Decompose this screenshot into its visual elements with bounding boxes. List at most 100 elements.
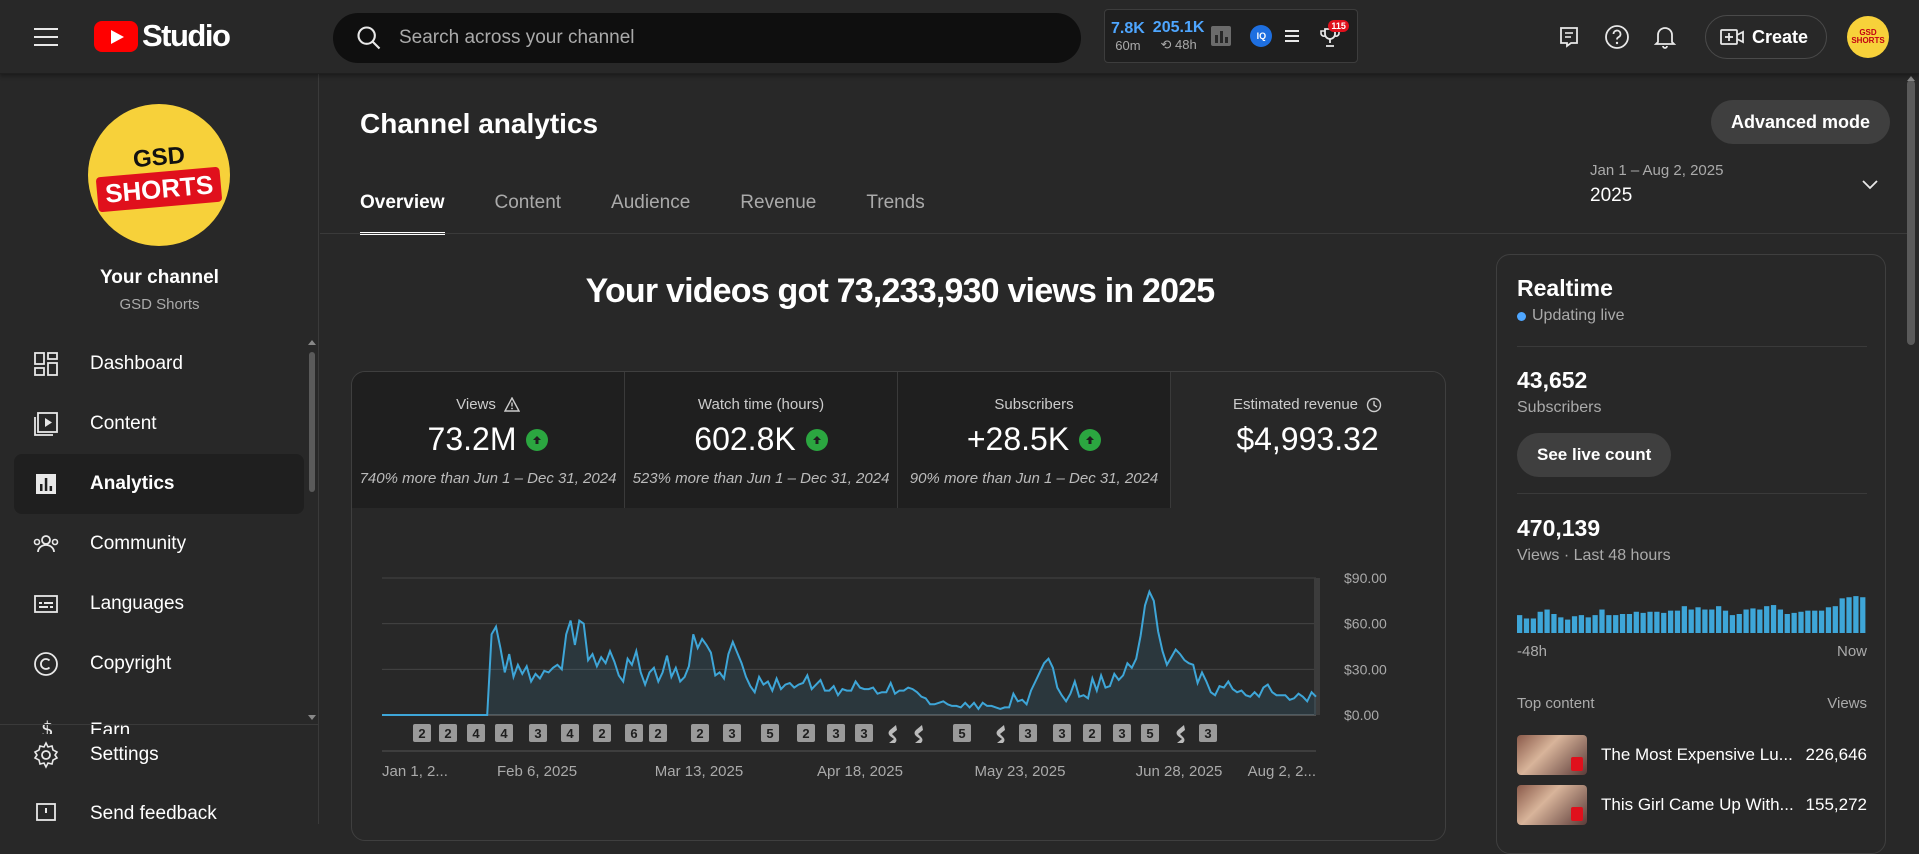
- scroll-down-icon[interactable]: [307, 714, 317, 722]
- video-marker[interactable]: 3: [1199, 724, 1217, 742]
- realtime-bar[interactable]: [1633, 611, 1639, 633]
- create-button[interactable]: Create: [1704, 15, 1827, 59]
- video-marker[interactable]: 5: [1141, 724, 1159, 742]
- metric-revenue[interactable]: Estimated revenue $4,993.32: [1171, 372, 1444, 508]
- metric-watch-time[interactable]: Watch time (hours) 602.8K 523% more than…: [625, 372, 898, 508]
- realtime-bar[interactable]: [1599, 609, 1605, 633]
- ext-stat-60m[interactable]: 7.8K 60m: [1111, 20, 1145, 53]
- realtime-bar[interactable]: [1544, 609, 1550, 633]
- video-marker[interactable]: 2: [649, 724, 667, 742]
- realtime-bar[interactable]: [1736, 614, 1742, 633]
- list-icon[interactable]: [1282, 26, 1302, 46]
- video-marker[interactable]: 3: [1019, 724, 1037, 742]
- video-marker[interactable]: 3: [827, 724, 845, 742]
- realtime-bar[interactable]: [1647, 611, 1653, 633]
- sidebar-scrollbar[interactable]: [309, 352, 315, 492]
- notifications-button[interactable]: [1641, 13, 1689, 61]
- video-marker[interactable]: 4: [495, 724, 513, 742]
- realtime-bar[interactable]: [1688, 609, 1694, 633]
- video-marker[interactable]: 4: [561, 724, 579, 742]
- studio-logo[interactable]: Studio: [94, 18, 231, 54]
- video-marker[interactable]: [914, 725, 924, 743]
- realtime-bar[interactable]: [1695, 607, 1701, 633]
- realtime-bar[interactable]: [1571, 616, 1578, 633]
- realtime-bar[interactable]: [1784, 614, 1790, 633]
- video-marker[interactable]: 3: [1053, 724, 1071, 742]
- top-content-item[interactable]: This Girl Came Up With... 155,272: [1517, 783, 1867, 827]
- realtime-bar[interactable]: [1523, 618, 1530, 633]
- realtime-bar[interactable]: [1777, 609, 1784, 633]
- video-marker[interactable]: 4: [467, 724, 485, 742]
- account-avatar[interactable]: GSD SHORTS: [1847, 16, 1889, 58]
- video-marker[interactable]: [1176, 725, 1186, 743]
- realtime-bar[interactable]: [1592, 615, 1598, 633]
- search-bar[interactable]: [333, 13, 1081, 63]
- video-marker[interactable]: 3: [723, 724, 741, 742]
- realtime-bar[interactable]: [1537, 611, 1543, 633]
- realtime-bar[interactable]: [1558, 617, 1564, 633]
- video-marker[interactable]: 2: [439, 724, 457, 742]
- video-marker[interactable]: 2: [797, 724, 815, 742]
- see-live-count-button[interactable]: See live count: [1517, 433, 1672, 477]
- realtime-bar[interactable]: [1667, 610, 1674, 633]
- realtime-bar[interactable]: [1729, 615, 1736, 633]
- menu-icon[interactable]: [30, 22, 62, 52]
- video-marker[interactable]: 2: [1083, 724, 1101, 742]
- realtime-bar[interactable]: [1674, 610, 1681, 633]
- realtime-bar[interactable]: [1818, 610, 1825, 633]
- warning-icon[interactable]: [503, 397, 520, 412]
- video-marker[interactable]: [996, 725, 1006, 743]
- sidebar-item-content[interactable]: Content: [14, 394, 304, 454]
- video-marker[interactable]: 2: [691, 724, 709, 742]
- feedback-button[interactable]: [1545, 13, 1593, 61]
- realtime-bar[interactable]: [1743, 609, 1749, 633]
- video-marker[interactable]: 3: [1113, 724, 1131, 742]
- sidebar-item-community[interactable]: Community: [14, 514, 304, 574]
- video-marker[interactable]: 2: [413, 724, 431, 742]
- metric-subscribers[interactable]: Subscribers +28.5K 90% more than Jun 1 –…: [898, 372, 1171, 508]
- realtime-bar[interactable]: [1839, 598, 1845, 633]
- realtime-bar[interactable]: [1716, 606, 1722, 633]
- realtime-bar[interactable]: [1530, 618, 1536, 633]
- realtime-bar[interactable]: [1832, 606, 1838, 633]
- bar-chart-icon[interactable]: [1210, 25, 1232, 47]
- tab-content[interactable]: Content: [495, 192, 562, 235]
- sidebar-item-dashboard[interactable]: Dashboard: [14, 334, 304, 394]
- advanced-mode-button[interactable]: Advanced mode: [1711, 100, 1891, 144]
- video-marker[interactable]: 3: [529, 724, 547, 742]
- top-content-item[interactable]: The Most Expensive Lu... 226,646: [1517, 733, 1867, 777]
- date-range-picker[interactable]: Jan 1 – Aug 2, 2025 2025: [1590, 162, 1880, 207]
- channel-avatar[interactable]: GSD SHORTS: [88, 104, 230, 246]
- realtime-bar[interactable]: [1619, 614, 1626, 633]
- sidebar-item-settings[interactable]: Settings: [14, 725, 304, 785]
- realtime-bar[interactable]: [1805, 610, 1811, 633]
- realtime-bar[interactable]: [1825, 607, 1832, 633]
- tab-revenue[interactable]: Revenue: [740, 192, 816, 235]
- realtime-bar[interactable]: [1661, 612, 1667, 633]
- realtime-bar[interactable]: [1565, 619, 1571, 633]
- realtime-bar[interactable]: [1812, 610, 1818, 633]
- page-scroll-up-icon[interactable]: [1906, 74, 1916, 82]
- realtime-bar[interactable]: [1791, 612, 1797, 633]
- realtime-bar[interactable]: [1860, 597, 1866, 633]
- realtime-bar[interactable]: [1709, 609, 1715, 633]
- ext-stat-48h[interactable]: 205.1K ⟲ 48h: [1153, 19, 1205, 53]
- realtime-bar[interactable]: [1764, 606, 1770, 633]
- tab-overview[interactable]: Overview: [360, 192, 445, 235]
- realtime-bar[interactable]: [1640, 612, 1646, 633]
- video-marker[interactable]: 5: [761, 724, 779, 742]
- realtime-bar[interactable]: [1517, 615, 1523, 633]
- tab-audience[interactable]: Audience: [611, 192, 690, 235]
- search-input[interactable]: [399, 27, 1039, 49]
- video-marker[interactable]: 5: [953, 724, 971, 742]
- realtime-bar[interactable]: [1613, 615, 1619, 633]
- sidebar-item-feedback[interactable]: Send feedback: [14, 785, 304, 829]
- realtime-bar-chart[interactable]: [1517, 595, 1867, 633]
- realtime-bar[interactable]: [1757, 609, 1763, 633]
- trophy-button[interactable]: 115: [1318, 20, 1349, 50]
- realtime-bar[interactable]: [1770, 605, 1777, 633]
- sidebar-item-analytics[interactable]: Analytics: [14, 454, 304, 514]
- realtime-bar[interactable]: [1626, 614, 1633, 633]
- video-marker[interactable]: 3: [855, 724, 873, 742]
- realtime-bar[interactable]: [1722, 610, 1729, 633]
